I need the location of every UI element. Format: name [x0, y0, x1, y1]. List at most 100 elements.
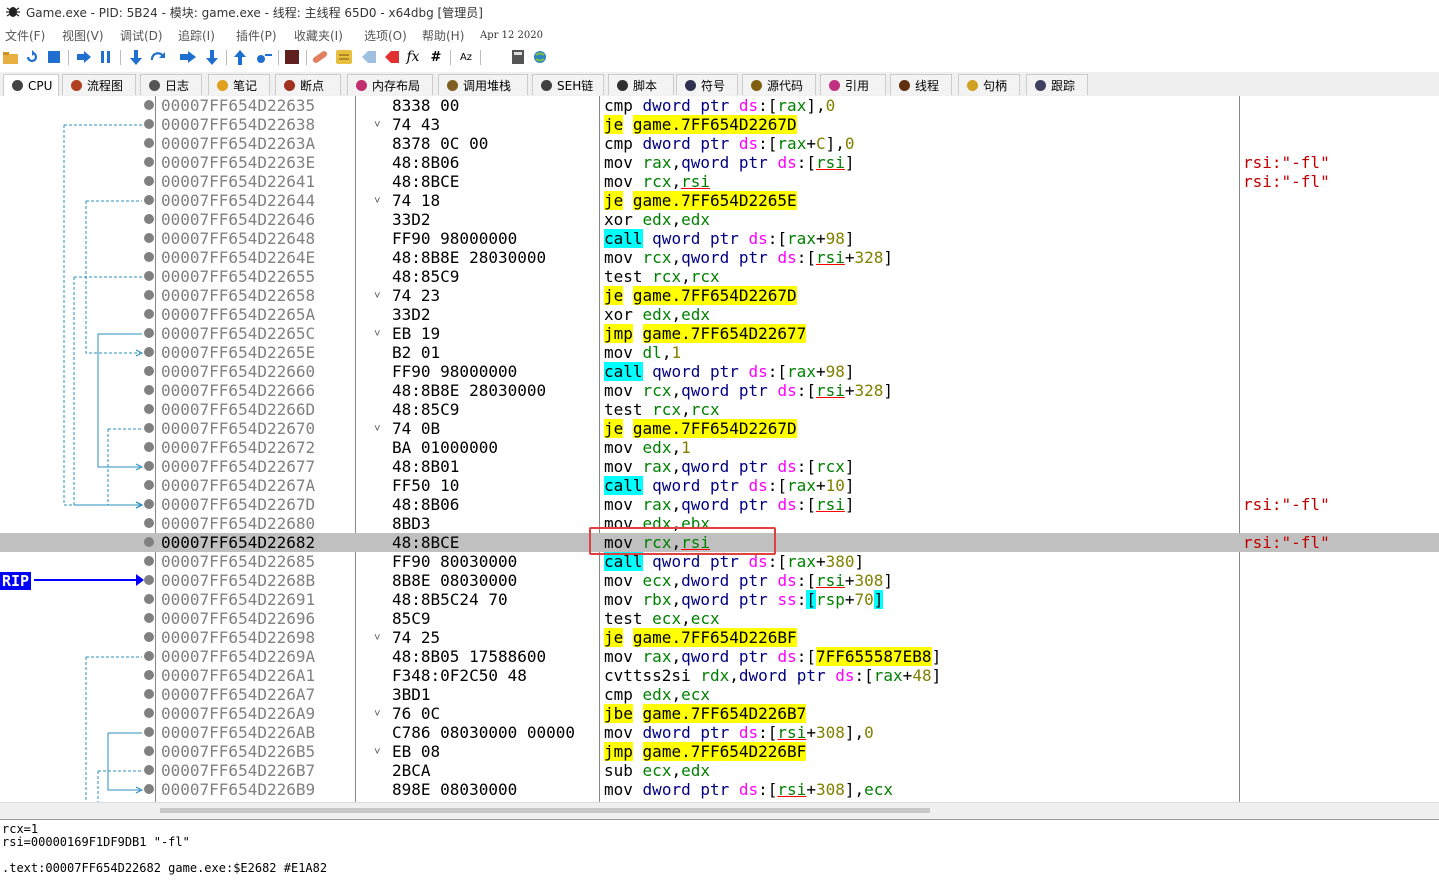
breakpoint-dot[interactable]	[144, 708, 154, 718]
instruction-row[interactable]: 00007FF654D22658 ˅ 74 23 je game.7FF654D226…	[0, 286, 1439, 305]
tab-trace[interactable]: 跟踪	[1026, 74, 1088, 95]
label-icon[interactable]	[360, 49, 376, 65]
instruction-row[interactable]: 00007FF654D2265E B2 01 mov dl,1	[0, 343, 1439, 362]
menu-help[interactable]: 帮助(H)	[422, 27, 464, 44]
instruction-row[interactable]: 00007FF654D22677 48:8B01 mov rax,qword ptr…	[0, 457, 1439, 476]
breakpoint-dot[interactable]	[144, 366, 154, 376]
instruction-row[interactable]: 00007FF654D226A9 ˅ 76 0C jbe game.7FF654D22…	[0, 704, 1439, 723]
breakpoint-dot[interactable]	[144, 613, 154, 623]
tab-handles[interactable]: 句柄	[958, 74, 1020, 95]
tab-graph[interactable]: 流程图	[62, 74, 136, 95]
tab-notes[interactable]: 笔记	[208, 74, 270, 95]
instruction-row[interactable]: 00007FF654D2267A FF50 10 call qword ptr ds…	[0, 476, 1439, 495]
instruction-row[interactable]: 00007FF654D2263E 48:8B06 mov rax,qword ptr…	[0, 153, 1439, 172]
globe-icon[interactable]	[532, 49, 548, 65]
breakpoint-dot[interactable]	[144, 765, 154, 775]
instruction-row[interactable]: 00007FF654D22648 FF90 98000000 call qword …	[0, 229, 1439, 248]
breakpoint-dot[interactable]	[144, 214, 154, 224]
breakpoint-dot[interactable]	[144, 157, 154, 167]
comment-icon[interactable]	[336, 49, 352, 65]
strings-button[interactable]: Az	[458, 49, 474, 65]
instruction-row[interactable]: 00007FF654D22638 ˅ 74 43 je game.7FF654D226…	[0, 115, 1439, 134]
execute-till-return-icon[interactable]	[232, 49, 248, 65]
tab-symbols[interactable]: 符号	[676, 74, 738, 95]
breakpoint-dot[interactable]	[144, 670, 154, 680]
instruction-row[interactable]: 00007FF654D2267D 48:8B06 mov rax,qword ptr…	[0, 495, 1439, 514]
instruction-row[interactable]: 00007FF654D22646 33D2 xor edx,edx	[0, 210, 1439, 229]
patch-icon[interactable]	[312, 49, 328, 65]
breakpoint-dot[interactable]	[144, 119, 154, 129]
breakpoint-dot[interactable]	[144, 442, 154, 452]
restart-icon[interactable]	[24, 49, 40, 65]
instruction-row[interactable]: 00007FF654D2268B 8B8E 08030000 mov ecx,dwo…	[0, 571, 1439, 590]
instruction-row[interactable]: 00007FF654D2266D 48:85C9 test rcx,rcx	[0, 400, 1439, 419]
instruction-row[interactable]: 00007FF654D22641 48:8BCE mov rcx,rsi rsi:"-…	[0, 172, 1439, 191]
tab-log[interactable]: 日志	[140, 74, 202, 95]
breakpoint-dot[interactable]	[144, 499, 154, 509]
tab-source[interactable]: 源代码	[742, 74, 816, 95]
breakpoint-dot[interactable]	[144, 651, 154, 661]
breakpoint-dot[interactable]	[144, 480, 154, 490]
calculator-icon[interactable]	[510, 49, 526, 65]
instruction-row[interactable]: 00007FF654D2265C ˅ EB 19 jmp game.7FF654D22…	[0, 324, 1439, 343]
tab-references[interactable]: 引用	[820, 74, 886, 95]
trace-over-icon[interactable]	[204, 49, 220, 65]
breakpoint-dot[interactable]	[144, 176, 154, 186]
instruction-row[interactable]: 00007FF654D2264E 48:8B8E 28030000 mov rcx,…	[0, 248, 1439, 267]
instruction-row[interactable]: 00007FF654D22670 ˅ 74 0B je game.7FF654D226…	[0, 419, 1439, 438]
tab-breakpoints[interactable]: 断点	[275, 74, 341, 95]
menu-options[interactable]: 选项(O)	[364, 27, 407, 44]
instruction-row[interactable]: 00007FF654D226A7 3BD1 cmp edx,ecx	[0, 685, 1439, 704]
breakpoint-dot[interactable]	[144, 138, 154, 148]
menu-debug[interactable]: 调试(D)	[120, 27, 163, 44]
breakpoint-dot[interactable]	[144, 746, 154, 756]
breakpoint-dot[interactable]	[144, 537, 154, 547]
breakpoint-dot[interactable]	[144, 518, 154, 528]
breakpoint-dot[interactable]	[144, 252, 154, 262]
instruction-row[interactable]: 00007FF654D22696 85C9 test ecx,ecx	[0, 609, 1439, 628]
bookmark-icon[interactable]	[384, 49, 400, 65]
breakpoint-dot[interactable]	[144, 632, 154, 642]
instruction-row[interactable]: 00007FF654D226B9 898E 08030000 mov dword p…	[0, 780, 1439, 799]
breakpoint-dot[interactable]	[144, 594, 154, 604]
instruction-row[interactable]: 00007FF654D2265A 33D2 xor edx,edx	[0, 305, 1439, 324]
step-over-icon[interactable]	[150, 49, 166, 65]
instruction-row[interactable]: 00007FF654D22660 FF90 98000000 call qword …	[0, 362, 1439, 381]
stop-icon[interactable]	[46, 49, 62, 65]
breakpoint-dot[interactable]	[144, 290, 154, 300]
breakpoint-dot[interactable]	[144, 328, 154, 338]
menu-view[interactable]: 视图(V)	[62, 27, 104, 44]
trace-into-icon[interactable]	[180, 49, 196, 65]
instruction-row[interactable]: 00007FF654D22655 48:85C9 test rcx,rcx	[0, 267, 1439, 286]
instruction-row[interactable]: 00007FF654D22666 48:8B8E 28030000 mov rcx,…	[0, 381, 1439, 400]
breakpoint-dot[interactable]	[144, 689, 154, 699]
step-into-icon[interactable]	[128, 49, 144, 65]
hash-button[interactable]: #	[428, 49, 444, 65]
tab-cpu[interactable]: CPU	[3, 74, 59, 96]
instruction-row[interactable]: 00007FF654D226A1 F348:0F2C50 48 cvttss2si …	[0, 666, 1439, 685]
breakpoint-dot[interactable]	[144, 727, 154, 737]
menu-trace[interactable]: 追踪(I)	[178, 27, 215, 44]
breakpoint-dot[interactable]	[144, 784, 154, 794]
instruction-row[interactable]: 00007FF654D2269A 48:8B05 17588600 mov rax,…	[0, 647, 1439, 666]
tab-script[interactable]: 脚本	[608, 74, 674, 95]
breakpoint-dot[interactable]	[144, 100, 154, 110]
instruction-row[interactable]: 00007FF654D22644 ˅ 74 18 je game.7FF654D226…	[0, 191, 1439, 210]
horizontal-scrollbar[interactable]	[0, 802, 1439, 819]
instruction-row[interactable]: 00007FF654D22698 ˅ 74 25 je game.7FF654D226…	[0, 628, 1439, 647]
menu-favourites[interactable]: 收藏夹(I)	[294, 27, 343, 44]
instruction-row[interactable]: 00007FF654D226B7 2BCA sub ecx,edx	[0, 761, 1439, 780]
instruction-row[interactable]: 00007FF654D22635 8338 00 cmp dword ptr ds:…	[0, 96, 1439, 115]
menu-file[interactable]: 文件(F)	[5, 27, 45, 44]
breakpoint-dot[interactable]	[144, 271, 154, 281]
script-icon[interactable]	[284, 49, 300, 65]
menu-plugins[interactable]: 插件(P)	[236, 27, 277, 44]
breakpoint-dot[interactable]	[144, 347, 154, 357]
instruction-row[interactable]: 00007FF654D22672 BA 01000000 mov edx,1	[0, 438, 1439, 457]
instruction-row[interactable]: 00007FF654D226AB C786 08030000 00000 mov d…	[0, 723, 1439, 742]
breakpoint-dot[interactable]	[144, 575, 154, 585]
open-icon[interactable]	[2, 49, 18, 65]
breakpoint-dot[interactable]	[144, 195, 154, 205]
tab-threads[interactable]: 线程	[890, 74, 952, 95]
tab-call-stack[interactable]: 调用堆栈	[438, 74, 528, 95]
